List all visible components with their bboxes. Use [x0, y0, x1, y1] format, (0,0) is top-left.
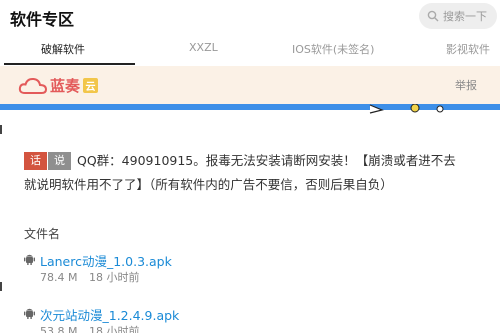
tab-xxzl[interactable]: XXZL — [189, 41, 218, 54]
search-box[interactable]: 搜索一下 — [419, 3, 497, 29]
file-name-link[interactable]: Lanerc动漫_1.0.3.apk — [40, 251, 172, 270]
list-item[interactable]: Lanerc动漫_1.0.3.apk 78.4 M 18 小时前 — [24, 251, 484, 291]
logo-text: 蓝奏 — [50, 77, 81, 95]
page-title: 软件专区 — [10, 10, 75, 29]
android-icon — [24, 254, 35, 265]
report-link[interactable]: 举报 — [455, 77, 477, 93]
file-meta: 53.8 M 18 小时前 — [40, 323, 147, 333]
file-size: 78.4 M — [40, 271, 78, 284]
top-bar: 软件专区 搜索一下 — [0, 0, 500, 34]
file-time: 18 小时前 — [88, 325, 140, 333]
announcement: 话说 QQ群：490910915。报毒无法安装请断网安装！【崩溃或者进不去 — [24, 149, 490, 173]
file-meta: 78.4 M 18 小时前 — [40, 269, 147, 285]
lanzou-banner: 蓝奏 云 举报 — [0, 66, 500, 104]
announcement-line-1: QQ群：490910915。报毒无法安装请断网安装！【崩溃或者进不去 — [77, 153, 456, 168]
android-icon — [24, 308, 35, 319]
badge-shuo: 说 — [48, 152, 71, 170]
tab-ios-software[interactable]: IOS软件(未签名) — [292, 41, 374, 57]
edge-marker — [0, 282, 2, 291]
active-tab-indicator — [4, 63, 135, 65]
search-icon — [427, 10, 439, 22]
announcement-line-2: 就说明软件用不了了】（所有软件内的广告不要信，否则后果自负） — [24, 177, 393, 192]
edge-marker — [0, 125, 2, 134]
file-time: 18 小时前 — [88, 271, 140, 284]
tab-bar: 破解软件 XXZL IOS软件(未签名) 影视软件 — [0, 34, 500, 66]
banner-illustration — [0, 104, 500, 114]
file-size: 53.8 M — [40, 325, 78, 333]
lanzou-logo: 蓝奏 云 — [18, 75, 99, 96]
logo-badge: 云 — [83, 78, 99, 93]
file-list-header: 文件名 — [24, 227, 61, 241]
tab-cracked-software[interactable]: 破解软件 — [41, 41, 85, 57]
file-name-link[interactable]: 次元站动漫_1.2.4.9.apk — [40, 305, 179, 324]
list-item[interactable]: 次元站动漫_1.2.4.9.apk 53.8 M 18 小时前 — [24, 305, 484, 333]
cloud-logo-icon — [18, 77, 48, 94]
badge-hua: 话 — [24, 152, 47, 170]
illustration-doodle — [369, 104, 444, 114]
tab-video-software[interactable]: 影视软件 — [446, 41, 490, 57]
search-placeholder: 搜索一下 — [443, 10, 487, 23]
